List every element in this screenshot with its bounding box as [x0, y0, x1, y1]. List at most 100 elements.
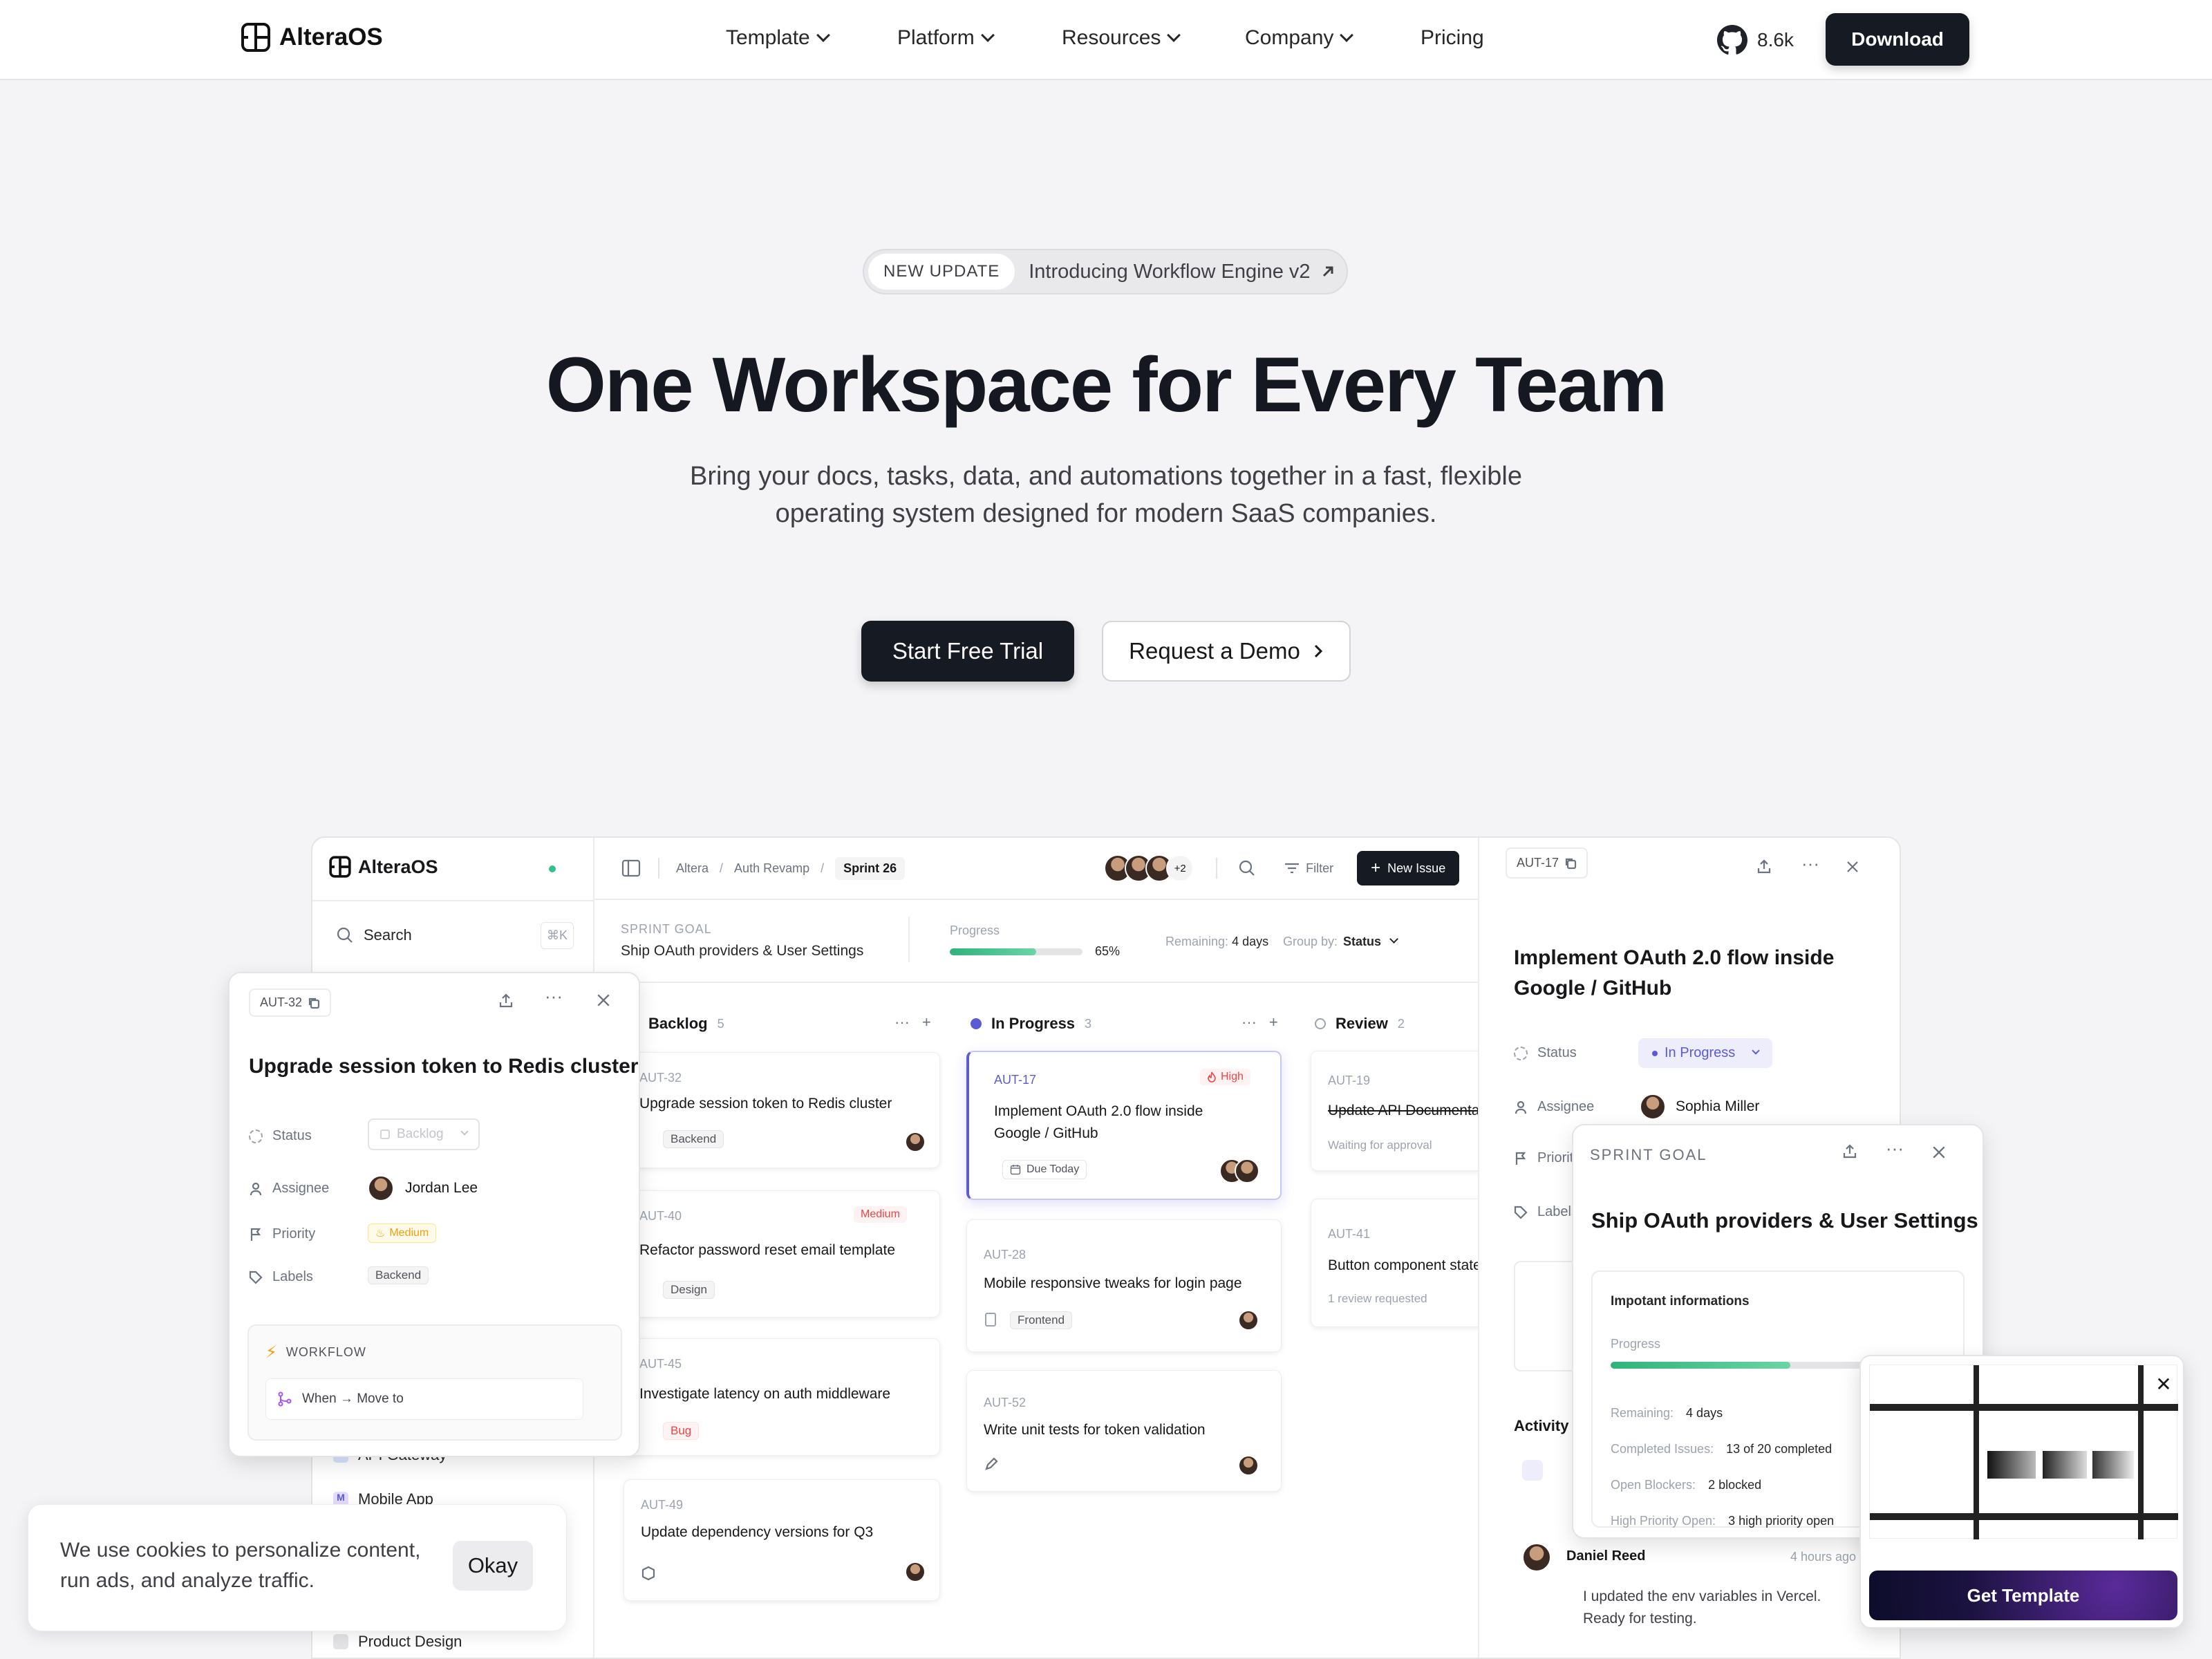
cookie-text-line: run ads, and analyze traffic.: [60, 1569, 315, 1592]
share-icon[interactable]: [1756, 859, 1772, 875]
request-demo-button[interactable]: Request a Demo: [1102, 621, 1351, 682]
divider: [1216, 858, 1218, 879]
more-icon[interactable]: ···: [1801, 853, 1819, 874]
sprint-goal-label: SPRINT GOAL: [621, 922, 712, 936]
sidebar-search[interactable]: Search ⌘K: [336, 918, 574, 953]
sidebar-item-product-design[interactable]: Product Design: [333, 1633, 462, 1651]
labels-row-label: Labels: [1514, 1204, 1578, 1220]
preview-band: [1870, 1513, 2178, 1520]
start-free-trial-button[interactable]: Start Free Trial: [861, 621, 1074, 682]
avatar-overflow: +2: [1166, 854, 1194, 882]
plus-icon[interactable]: +: [922, 1013, 931, 1031]
issue-id-chip[interactable]: AUT-32: [249, 988, 332, 1017]
share-icon[interactable]: [1841, 1143, 1858, 1160]
status-select[interactable]: Backlog: [368, 1118, 480, 1150]
announcement-pill[interactable]: NEW UPDATE Introducing Workflow Engine v…: [863, 249, 1348, 294]
field-label: Assignee: [1537, 1099, 1595, 1114]
plus-icon[interactable]: +: [1269, 1013, 1278, 1031]
tag-icon: [249, 1271, 263, 1284]
nav-template[interactable]: Template: [726, 26, 830, 50]
sidebar-toggle-icon[interactable]: [621, 858, 641, 879]
issue-card[interactable]: AUT-49 Update dependency versions for Q3: [624, 1479, 940, 1601]
altera-logo-icon: [329, 856, 351, 878]
nav-pricing[interactable]: Pricing: [1421, 26, 1484, 50]
issue-title: Update dependency versions for Q3: [641, 1524, 874, 1540]
filter-button[interactable]: Filter: [1284, 861, 1333, 876]
issue-id: AUT-45: [639, 1357, 682, 1371]
group-value: Status: [1343, 935, 1382, 948]
template-preview-image: [1869, 1365, 2178, 1539]
issue-card[interactable]: AUT-45 Investigate latency on auth middl…: [624, 1338, 940, 1456]
column-header-backlog: Backlog 5: [648, 1015, 724, 1033]
get-template-button[interactable]: Get Template: [1869, 1571, 2177, 1620]
assignee-row-label: Assignee: [249, 1181, 329, 1197]
new-issue-label: New Issue: [1387, 861, 1446, 875]
issue-card[interactable]: AUT-40 Medium Refactor password reset em…: [624, 1190, 940, 1318]
close-icon[interactable]: [1846, 860, 1859, 874]
tag-icon: [1514, 1206, 1528, 1219]
issue-title: Implement OAuth 2.0 flow inside Google /…: [994, 1103, 1203, 1141]
share-icon[interactable]: [498, 993, 514, 1009]
issue-id: AUT-32: [260, 995, 303, 1009]
close-icon[interactable]: [596, 993, 611, 1008]
column-actions[interactable]: ··· +: [894, 1013, 931, 1031]
more-icon[interactable]: ···: [545, 986, 563, 1007]
avatar: [1238, 1310, 1259, 1331]
issue-card-selected[interactable]: AUT-17 High Implement OAuth 2.0 flow ins…: [966, 1051, 1282, 1200]
more-icon[interactable]: ···: [894, 1013, 910, 1031]
column-title: In Progress: [991, 1015, 1076, 1032]
tag-label: Bug: [663, 1422, 700, 1440]
sidebar-brand[interactable]: AlteraOS: [329, 856, 438, 878]
issue-card[interactable]: AUT-28 Mobile responsive tweaks for logi…: [966, 1219, 1282, 1352]
due-label: Due Today: [1027, 1163, 1080, 1175]
priority-badge[interactable]: ♨ Medium: [368, 1224, 437, 1243]
status-row-label: Status: [249, 1128, 312, 1144]
breadcrumb-item[interactable]: Altera: [676, 861, 709, 876]
nav-company[interactable]: Company: [1245, 26, 1354, 50]
more-icon[interactable]: ···: [1886, 1138, 1904, 1159]
breadcrumb-separator: /: [821, 861, 825, 875]
more-icon[interactable]: ···: [1241, 1013, 1257, 1031]
info-value: 2 blocked: [1708, 1478, 1762, 1492]
search-icon[interactable]: [1238, 859, 1256, 877]
sidebar-brand-name: AlteraOS: [358, 856, 438, 877]
close-icon[interactable]: ✕: [2151, 1371, 2176, 1396]
nav-platform[interactable]: Platform: [897, 26, 995, 50]
workflow-rule[interactable]: When → Move to: [265, 1378, 583, 1420]
label-tag[interactable]: Backend: [368, 1266, 429, 1284]
status-row-label: Status: [1514, 1045, 1577, 1061]
altera-logo-icon: [241, 23, 270, 52]
breadcrumb-current[interactable]: Sprint 26: [835, 856, 906, 880]
member-avatars[interactable]: +2: [1104, 854, 1194, 882]
group-by-select[interactable]: Group by: Status: [1283, 935, 1398, 949]
close-icon[interactable]: [1931, 1145, 1947, 1160]
github-stars[interactable]: 8.6k: [1717, 25, 1794, 55]
chevron-right-icon: [1314, 644, 1322, 658]
sprint-goal-label: SPRINT GOAL: [1590, 1146, 1707, 1163]
cookie-okay-button[interactable]: Okay: [453, 1541, 533, 1591]
issue-id: AUT-41: [1328, 1227, 1371, 1241]
issue-card[interactable]: AUT-52 Write unit tests for token valida…: [966, 1370, 1282, 1492]
preview-band: [2138, 1365, 2144, 1539]
top-nav: AlteraOS Template Platform Resources Com…: [0, 0, 2212, 80]
new-issue-button[interactable]: + New Issue: [1357, 851, 1460, 885]
status-icon: [1514, 1046, 1528, 1060]
brand-logo[interactable]: AlteraOS: [241, 22, 383, 53]
assignee-value[interactable]: Sophia Miller: [1640, 1094, 1759, 1120]
due-badge: Due Today: [1002, 1160, 1087, 1179]
remaining-label: Remaining:: [1165, 935, 1229, 948]
column-actions[interactable]: ··· +: [1241, 1013, 1278, 1031]
issue-title: Investigate latency on auth middleware: [639, 1386, 891, 1402]
download-button[interactable]: Download: [1826, 13, 1969, 66]
flame-icon: [1208, 1071, 1216, 1082]
chevron-down-icon: [816, 28, 830, 42]
issue-id: AUT-17: [1517, 856, 1559, 870]
issue-id-chip[interactable]: AUT-17: [1506, 847, 1588, 879]
status-select[interactable]: In Progress: [1638, 1038, 1773, 1068]
issue-card[interactable]: AUT-32 Upgrade session token to Redis cl…: [624, 1052, 940, 1168]
breadcrumb-item[interactable]: Auth Revamp: [734, 861, 809, 876]
assignee-value[interactable]: Jordan Lee: [368, 1175, 478, 1201]
activity-event-icon: [1522, 1460, 1543, 1481]
nav-resources[interactable]: Resources: [1062, 26, 1181, 50]
tag-label: Frontend: [1010, 1311, 1073, 1329]
